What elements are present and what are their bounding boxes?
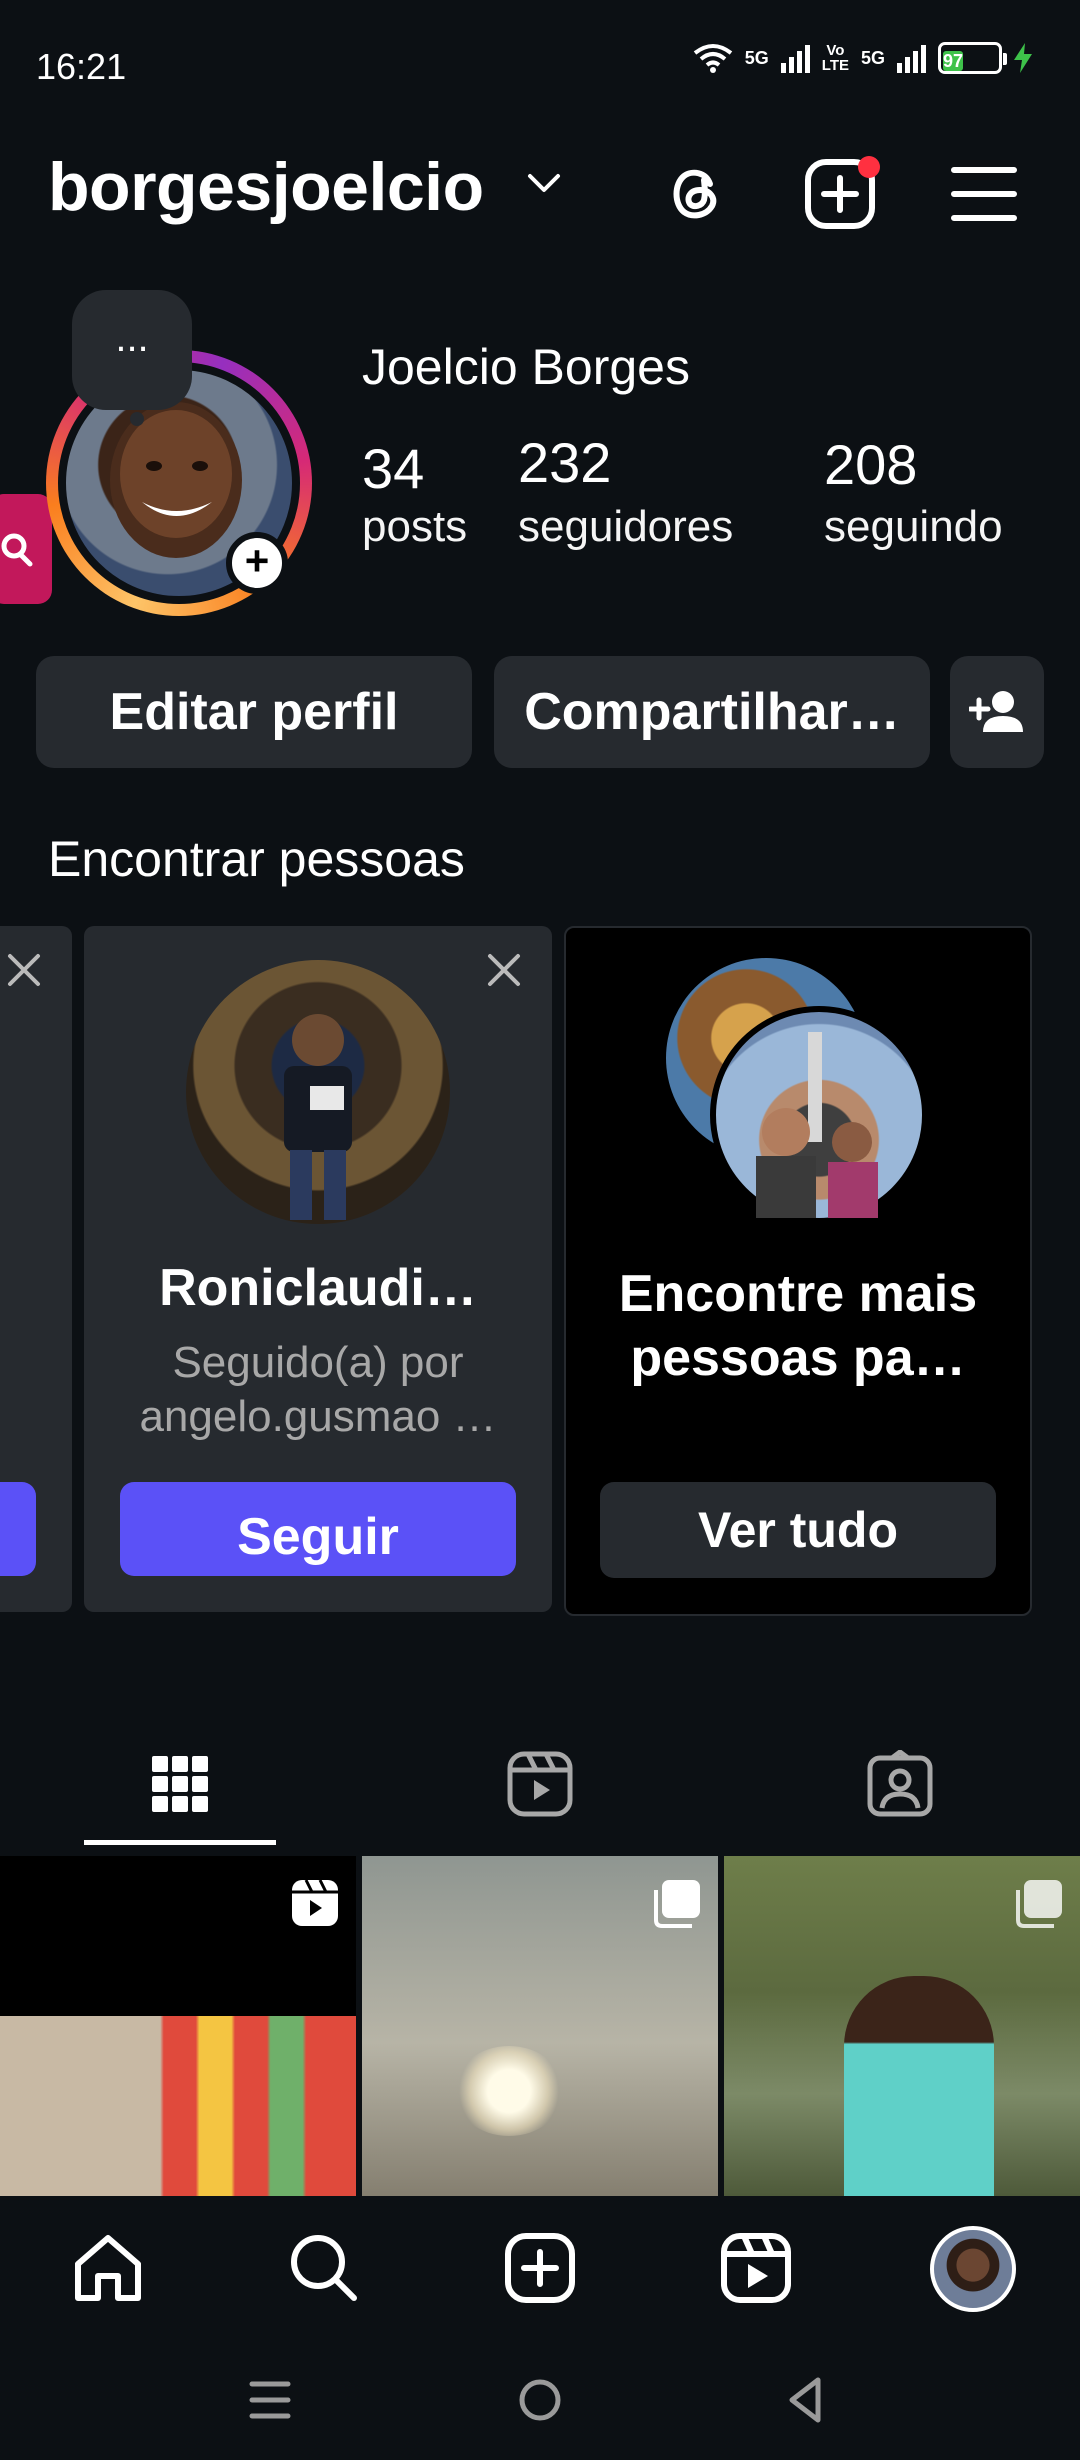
suggestion-avatar[interactable] xyxy=(186,960,450,1224)
reels-icon xyxy=(507,1751,573,1817)
note-bubble-tail xyxy=(130,412,144,426)
followers-label[interactable]: seguidores xyxy=(518,502,733,552)
recent-apps-icon[interactable] xyxy=(230,2372,310,2428)
chevron-down-icon[interactable] xyxy=(526,172,562,196)
charging-bolt-icon xyxy=(1014,43,1032,73)
find-people-title: Encontrar pessoas xyxy=(48,831,465,887)
following-count[interactable]: 208 xyxy=(824,432,917,497)
suggestion-avatar-illustration xyxy=(284,1014,352,1220)
wifi-icon xyxy=(693,44,732,73)
tab-posts-grid[interactable] xyxy=(84,1730,276,1840)
network-type-2: 5G xyxy=(860,48,885,68)
suggestion-name[interactable]: Roniclaudi… xyxy=(84,1258,552,1318)
following-label[interactable]: seguindo xyxy=(824,502,1003,552)
follow-button-partial[interactable] xyxy=(0,1482,36,1576)
back-icon[interactable] xyxy=(766,2372,846,2428)
tab-tagged[interactable] xyxy=(852,1730,948,1840)
create-icon[interactable] xyxy=(500,2228,580,2308)
grid-icon xyxy=(152,1756,208,1812)
post-thumbnail[interactable] xyxy=(0,1856,356,2196)
post-image-sun xyxy=(454,2046,564,2136)
carousel-badge-icon xyxy=(654,1880,700,1928)
search-icon[interactable] xyxy=(284,2228,364,2308)
signal-icon-1 xyxy=(780,43,810,73)
suggestion-subtitle: Seguido(a) por angelo.gusmao … xyxy=(84,1336,552,1444)
posts-count: 34 xyxy=(362,437,425,500)
tab-reels[interactable] xyxy=(492,1730,588,1840)
active-tab-indicator xyxy=(84,1840,276,1845)
post-thumbnail[interactable] xyxy=(362,1856,718,2196)
add-story-icon[interactable]: + xyxy=(226,532,288,594)
see-all-text: Encontre mais pessoas pa… xyxy=(618,1265,978,1387)
notification-dot xyxy=(858,156,880,178)
reels-badge-icon xyxy=(292,1879,338,1926)
suggestion-subtitle-line1: Seguido(a) por xyxy=(172,1338,464,1387)
status-icons: 5G Vo LTE 5G 97 xyxy=(693,42,1032,74)
network-type-1: 5G xyxy=(744,48,769,68)
edit-profile-button[interactable]: Editar perfil xyxy=(36,656,472,768)
post-thumbnail[interactable] xyxy=(724,1856,1080,2196)
battery-level: 97 xyxy=(943,51,964,71)
note-bubble[interactable]: ... xyxy=(72,290,192,410)
share-profile-button[interactable]: Compartilhar… xyxy=(494,656,930,768)
suggestion-avatar-stack-front xyxy=(710,1006,928,1224)
tagged-icon xyxy=(867,1750,933,1817)
hamburger-menu-icon[interactable] xyxy=(948,164,1020,224)
post-image xyxy=(0,2016,356,2196)
close-icon[interactable] xyxy=(4,950,44,990)
battery-icon: 97 xyxy=(938,42,1007,74)
followers-count[interactable]: 232 xyxy=(518,430,611,495)
display-name: Joelcio Borges xyxy=(362,339,690,395)
post-image-person xyxy=(844,1976,994,2196)
close-icon[interactable] xyxy=(484,950,524,990)
username[interactable]: borgesjoelcio xyxy=(48,148,484,226)
see-all-button[interactable]: Ver tudo xyxy=(600,1482,996,1578)
carousel-badge-icon xyxy=(1016,1880,1062,1928)
search-icon xyxy=(1,533,33,567)
profile-tab-avatar[interactable] xyxy=(930,2226,1016,2312)
system-home-icon[interactable] xyxy=(500,2372,580,2428)
status-time: 16:21 xyxy=(36,46,127,87)
suggestion-subtitle-line2: angelo.gusmao … xyxy=(139,1392,497,1441)
add-person-button[interactable] xyxy=(950,656,1044,768)
posts-label: posts xyxy=(362,502,468,551)
reels-icon[interactable] xyxy=(716,2228,796,2308)
add-person-icon xyxy=(967,691,1023,732)
follow-button[interactable]: Seguir xyxy=(120,1482,516,1576)
volte-label: Vo LTE xyxy=(821,42,849,74)
home-icon[interactable] xyxy=(68,2228,148,2308)
threads-icon[interactable] xyxy=(660,158,732,230)
signal-icon-2 xyxy=(897,43,926,73)
avatar-stack-illustration xyxy=(756,1032,878,1218)
